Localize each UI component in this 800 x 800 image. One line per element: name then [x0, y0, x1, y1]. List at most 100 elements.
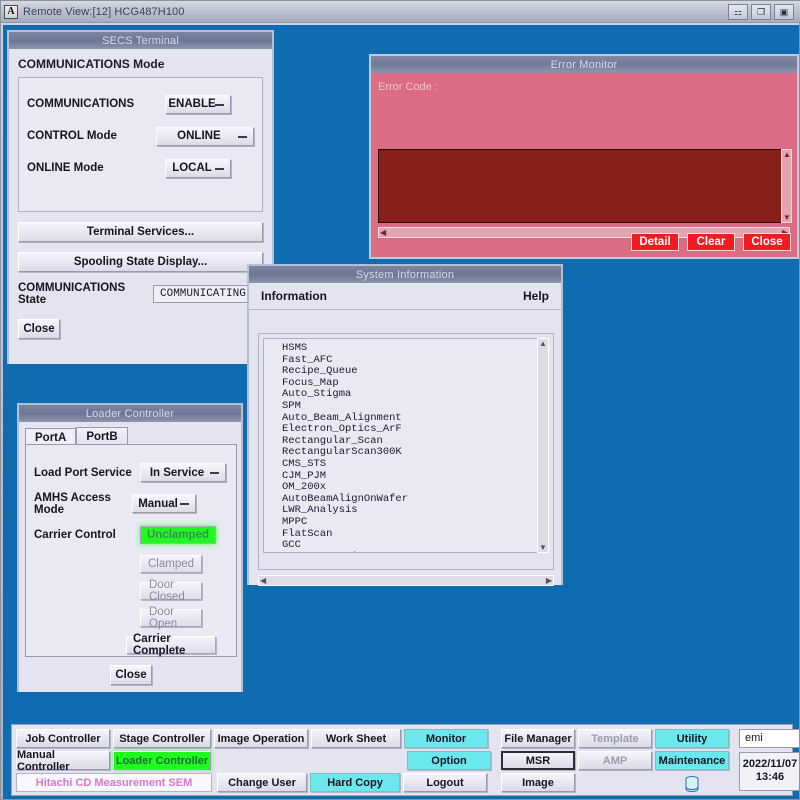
app-icon: A: [4, 5, 18, 19]
maintenance-button[interactable]: Maintenance: [655, 751, 729, 770]
database-icon-cell[interactable]: [655, 773, 729, 795]
list-item[interactable]: CMS_STS: [282, 459, 537, 471]
carrier-control-row: Carrier Control Unclamped: [34, 519, 228, 550]
maximize-button[interactable]: ▣: [774, 4, 794, 20]
image-button[interactable]: Image: [501, 773, 575, 792]
list-item[interactable]: Electron_Optics_ArF: [282, 424, 537, 436]
error-clear-button[interactable]: Clear: [687, 233, 735, 251]
toolbar-row-1: Job Controller Stage Controller Image Op…: [16, 729, 491, 748]
scroll-up-icon: ▲: [538, 339, 548, 348]
chevron-down-icon: [210, 472, 219, 474]
list-item[interactable]: HSMS: [282, 343, 537, 355]
toolbar-row-3: Hitachi CD Measurement SEM Change User H…: [16, 773, 491, 792]
error-code-label: Error Code :: [378, 81, 790, 93]
system-information-list-container: HSMSFast_AFCRecipe_QueueFocus_MapAuto_St…: [258, 333, 554, 570]
loader-controller-title: Loader Controller: [86, 408, 174, 420]
loader-controller-button[interactable]: Loader Controller: [113, 751, 211, 770]
door-closed-button[interactable]: Door Closed: [140, 582, 202, 600]
communications-mode-group: COMMUNICATIONS ENABLE CONTROL Mode ONLIN…: [18, 77, 263, 212]
loader-controller-tabs: PortA PortB: [19, 422, 241, 444]
option-button[interactable]: Option: [407, 751, 491, 770]
toolbar-right-row-3: Image: [501, 773, 729, 795]
restore-button[interactable]: ❐: [751, 4, 771, 20]
work-sheet-button[interactable]: Work Sheet: [311, 729, 401, 748]
loader-controller-close-button[interactable]: Close: [110, 665, 152, 685]
clamped-button[interactable]: Clamped: [140, 555, 202, 573]
amhs-access-mode-row: AMHS Access Mode Manual: [34, 488, 228, 519]
secs-terminal-window: SECS Terminal COMMUNICATIONS Mode COMMUN…: [7, 30, 274, 364]
communications-dropdown[interactable]: ENABLE: [165, 95, 231, 114]
file-manager-button[interactable]: File Manager: [501, 729, 575, 748]
loader-close-wrapper: Close: [25, 665, 237, 685]
spooling-state-display-button[interactable]: Spooling State Display...: [18, 252, 263, 272]
error-list[interactable]: [378, 149, 786, 223]
list-item[interactable]: LWR_Analysis: [282, 505, 537, 517]
loader-controller-titlebar: Loader Controller: [19, 405, 241, 422]
list-item[interactable]: OM_200x: [282, 482, 537, 494]
menu-item-help[interactable]: Help: [523, 289, 549, 303]
load-port-service-label: Load Port Service: [34, 467, 140, 479]
list-item[interactable]: GCC_Automation: [282, 552, 537, 553]
msr-button[interactable]: MSR: [501, 751, 575, 770]
toolbar-left-group: Job Controller Stage Controller Image Op…: [16, 729, 491, 791]
stage-controller-button[interactable]: Stage Controller: [113, 729, 211, 748]
error-close-button[interactable]: Close: [743, 233, 791, 251]
tab-porta[interactable]: PortA: [25, 428, 76, 445]
amp-button[interactable]: AMP: [578, 751, 652, 770]
load-port-service-dropdown[interactable]: In Service: [140, 463, 226, 482]
template-button[interactable]: Template: [578, 729, 652, 748]
error-detail-button[interactable]: Detail: [631, 233, 679, 251]
manual-controller-button[interactable]: Manual Controller: [16, 751, 110, 770]
system-information-list[interactable]: HSMSFast_AFCRecipe_QueueFocus_MapAuto_St…: [263, 338, 538, 553]
tab-portb[interactable]: PortB: [76, 427, 127, 444]
online-mode-value: LOCAL: [172, 162, 212, 174]
toolbar-status-group: emi 2022/11/07 13:46: [739, 729, 799, 791]
carrier-complete-row: Carrier Complete: [34, 631, 228, 658]
secs-terminal-body: COMMUNICATIONS Mode COMMUNICATIONS ENABL…: [9, 49, 272, 364]
porta-panel: Load Port Service In Service AMHS Access…: [25, 444, 237, 657]
list-item[interactable]: FlatScan: [282, 529, 537, 541]
clamped-row: Clamped: [34, 550, 228, 577]
hard-copy-button[interactable]: Hard Copy: [310, 773, 400, 792]
system-information-vertical-scrollbar[interactable]: ▲ ▼: [537, 338, 549, 553]
monitor-button[interactable]: Monitor: [404, 729, 488, 748]
change-user-button[interactable]: Change User: [217, 773, 307, 792]
system-information-title: System Information: [356, 269, 454, 281]
communications-state-label: COMMUNICATIONS State: [18, 282, 145, 306]
pin-icon: ⚏: [734, 7, 742, 18]
list-item[interactable]: GCC: [282, 540, 537, 552]
image-operation-button[interactable]: Image Operation: [214, 729, 308, 748]
unclamped-button[interactable]: Unclamped: [140, 526, 216, 544]
terminal-services-button[interactable]: Terminal Services...: [18, 222, 263, 242]
chevron-down-icon: [215, 104, 224, 106]
menu-item-information[interactable]: Information: [261, 289, 327, 303]
job-controller-button[interactable]: Job Controller: [16, 729, 110, 748]
list-item[interactable]: SPM: [282, 401, 537, 413]
system-information-body: Information Help HSMSFast_AFCRecipe_Queu…: [249, 283, 561, 585]
system-information-titlebar: System Information: [249, 266, 561, 283]
database-icon: [685, 776, 699, 793]
chevron-down-icon: [215, 168, 224, 170]
load-port-service-row: Load Port Service In Service: [34, 457, 228, 488]
toolbar-right-row-2: MSR AMP Maintenance: [501, 751, 729, 770]
system-information-horizontal-scrollbar[interactable]: ◀ ▶: [258, 575, 554, 586]
logout-button[interactable]: Logout: [403, 773, 487, 792]
door-open-button[interactable]: Door Open: [140, 609, 202, 627]
amhs-access-mode-label: AMHS Access Mode: [34, 492, 140, 516]
amhs-access-mode-dropdown[interactable]: Manual: [132, 494, 196, 513]
bottom-toolbar: Job Controller Stage Controller Image Op…: [11, 724, 793, 796]
list-item[interactable]: MPPC: [282, 517, 537, 529]
list-item[interactable]: Auto_Stigma: [282, 389, 537, 401]
utility-button[interactable]: Utility: [655, 729, 729, 748]
control-mode-dropdown[interactable]: ONLINE: [156, 127, 254, 146]
scroll-right-icon: ▶: [545, 576, 553, 585]
toolbar-row-2: Manual Controller Loader Controller Opti…: [16, 751, 491, 770]
carrier-complete-button[interactable]: Carrier Complete: [126, 636, 216, 654]
online-mode-dropdown[interactable]: LOCAL: [165, 159, 231, 178]
error-list-vertical-scrollbar[interactable]: ▲ ▼: [781, 149, 792, 223]
pin-button[interactable]: ⚏: [728, 4, 748, 20]
control-mode-value: ONLINE: [177, 130, 220, 142]
secs-terminal-close-button[interactable]: Close: [18, 319, 60, 339]
chevron-down-icon: [180, 503, 189, 505]
window-title: Remote View:[12] HCG487H100: [23, 6, 184, 18]
